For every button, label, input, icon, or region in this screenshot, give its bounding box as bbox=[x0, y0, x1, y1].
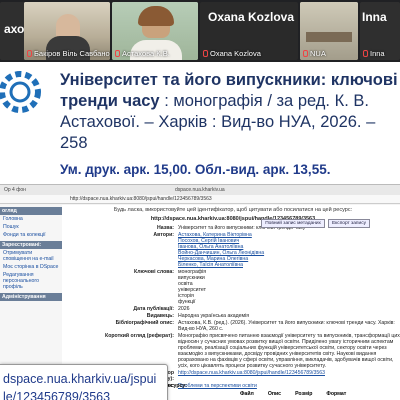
participant-name-large: Oxana Kozlova bbox=[208, 10, 295, 24]
participant-tile-6[interactable]: Inna Inna bbox=[360, 2, 400, 60]
mic-muted-icon bbox=[115, 50, 120, 57]
participant-tile-5[interactable]: NUA bbox=[300, 2, 358, 60]
nav-header-registered: Зареєстровані: bbox=[0, 241, 62, 249]
metadata-value: 2026 bbox=[178, 306, 400, 312]
browser-tab-title[interactable]: Ор 4 фон bbox=[4, 187, 26, 193]
nav-link-home[interactable]: Головна bbox=[0, 215, 62, 223]
link-overlay: dspace.nua.kharkiv.ua/jspui le/123456789… bbox=[0, 364, 168, 400]
participant-label: NUA bbox=[303, 49, 326, 58]
record-buttons: Повний запис метаданих Експорт запису bbox=[261, 219, 370, 228]
full-record-button[interactable]: Повний запис метаданих bbox=[261, 219, 325, 228]
room-table bbox=[306, 32, 352, 42]
slide-title: Університет та його випускники: ключові … bbox=[60, 71, 398, 152]
nav-link-collections[interactable]: Фонди та колекції bbox=[0, 231, 62, 239]
mic-muted-icon bbox=[27, 50, 32, 57]
browser-domain: dspace.nua.kharkiv.ua bbox=[175, 187, 225, 193]
files-section: Файли цього ресурсу: Файл Опис Розмір Форма… bbox=[130, 383, 400, 397]
metadata-value: Астахова, Катерина Вікторівна Посохов, Се… bbox=[178, 232, 400, 268]
metadata-text: 2026 bbox=[178, 306, 190, 312]
shared-screen: Університет та його випускники: ключові … bbox=[0, 62, 400, 400]
metadata-row: Автори: Астахова, Катерина Вікторівна Посо… bbox=[66, 232, 400, 268]
nav-header-admin: Адміністрування bbox=[0, 293, 62, 301]
gear-logo-icon bbox=[0, 71, 41, 113]
metadata-text: Народна українська академія bbox=[178, 313, 250, 319]
browser-titlebar: Ор 4 фон dspace.nua.kharkiv.ua bbox=[0, 185, 400, 195]
metadata-value: Астахова, К.В. (ред.). (2026). Університ… bbox=[178, 320, 400, 332]
participant-label: Oxana Kozlova bbox=[203, 49, 261, 58]
metadata-row: Бібліографічний опис: Астахова, К.В. (ред… bbox=[66, 320, 400, 332]
files-column-header: Формат bbox=[326, 391, 347, 397]
participant-tile-4[interactable]: Oxana Kozlova Oxana Kozlova bbox=[200, 2, 298, 60]
metadata-row: Дата публікації: 2026 bbox=[66, 306, 400, 312]
nav-link-subscribe[interactable]: Отримувати сповіщення на e-mail bbox=[0, 249, 62, 263]
participant-tile-2[interactable]: Бакіров Віль Савбанов... bbox=[24, 2, 110, 60]
metadata-text: Монографію присвячено питанню взаємодії … bbox=[178, 333, 400, 369]
nav-link-profile[interactable]: Редагування персонального профіль bbox=[0, 271, 62, 291]
files-header: Файли цього ресурсу: bbox=[130, 383, 187, 389]
files-column-header: Розмір bbox=[295, 391, 313, 397]
item-metadata: Будь ласка, використовуйте цей ідентифік… bbox=[66, 207, 400, 390]
metadata-key: Видавець: bbox=[146, 313, 174, 319]
files-column-header: Файл bbox=[240, 391, 254, 397]
metadata-value: Монографію присвячено питанню взаємодії … bbox=[178, 333, 400, 369]
metadata-row: Ключові слова: монографія випускники освіта… bbox=[66, 269, 400, 305]
metadata-value: http://dspace.nua.kharkiv.ua:8080/jspui/… bbox=[178, 370, 400, 382]
metadata-text: Астахова, К.В. (ред.). (2026). Університ… bbox=[178, 320, 395, 332]
files-column-header: Опис bbox=[267, 391, 282, 397]
participant-tile-3[interactable]: Астахова К.В. bbox=[112, 2, 198, 60]
nav-header-browse: огляд bbox=[0, 207, 62, 215]
overlay-link-line1[interactable]: dspace.nua.kharkiv.ua/jspui bbox=[3, 370, 167, 388]
files-columns: Файл Опис Розмір Формат bbox=[130, 391, 400, 397]
participant-label: Бакіров Віль Савбанов... bbox=[27, 49, 110, 58]
participant-name-large: Inna bbox=[362, 10, 387, 24]
nav-link-search[interactable]: Пошук bbox=[0, 223, 62, 231]
metadata-link[interactable]: http://dspace.nua.kharkiv.ua:8080/jspui/… bbox=[178, 370, 400, 376]
metadata-key: Ключові слова: bbox=[134, 269, 174, 275]
cite-label: Будь ласка, використовуйте цей ідентифік… bbox=[113, 207, 353, 213]
browser-address-bar[interactable]: http://dspace.nua.kharkiv.ua:8080/jspui/… bbox=[0, 195, 400, 204]
metadata-link[interactable]: Біленко, Таїсія Анатоліївна bbox=[178, 262, 400, 268]
metadata-key: Автори: bbox=[153, 232, 174, 238]
metadata-value: монографія випускники освіта університет іст… bbox=[178, 269, 400, 305]
nav-link-mydspace[interactable]: Моє сторінка в DSpace bbox=[0, 263, 62, 271]
mic-muted-icon bbox=[203, 50, 208, 57]
participant-label: Inna bbox=[363, 49, 385, 58]
metadata-text: функції bbox=[178, 299, 196, 305]
slide-subtitle: Ум. друк. арк. 15,00. Обл.-вид. арк. 13,… bbox=[60, 162, 331, 177]
metadata-key: Дата публікації: bbox=[133, 306, 174, 312]
metadata-key: Назва: bbox=[156, 225, 174, 231]
metadata-row: Видавець: Народна українська академія bbox=[66, 313, 400, 319]
metadata-key: Бібліографічний опис: bbox=[115, 320, 174, 326]
metadata-value: Народна українська академія bbox=[178, 313, 400, 319]
mic-muted-icon bbox=[303, 50, 308, 57]
overlay-link-line2[interactable]: le/123456789/3563 bbox=[3, 388, 167, 400]
participant-label: Астахова К.В. bbox=[115, 49, 170, 58]
participant-strip: ахов Бакіров Віль Савбанов... Астахова К… bbox=[0, 0, 400, 62]
mic-muted-icon bbox=[363, 50, 368, 57]
export-button[interactable]: Експорт запису bbox=[327, 219, 370, 228]
